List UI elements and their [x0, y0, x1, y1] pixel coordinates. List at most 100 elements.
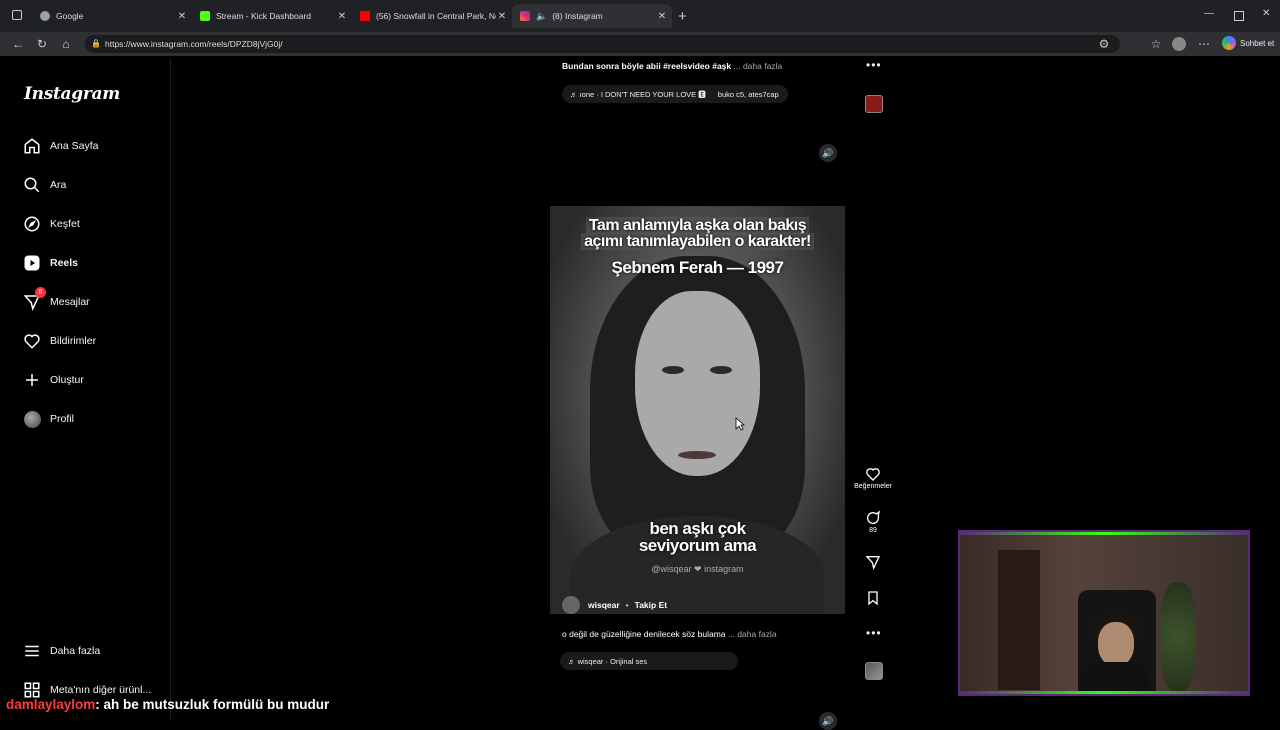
- audio-pill[interactable]: ♬ wisqear · Orijinal ses: [560, 652, 738, 670]
- chat-username: damlaylaylom: [6, 697, 96, 712]
- profile-icon[interactable]: [1172, 37, 1186, 51]
- unread-badge: 8: [35, 287, 46, 298]
- more-menu-icon[interactable]: ⋯: [1196, 36, 1212, 52]
- share-button[interactable]: [852, 553, 894, 571]
- instagram-favicon-icon: [520, 11, 530, 21]
- reel-video[interactable]: Tam anlamıyla aşka olan bakış açımı tanı…: [550, 206, 845, 614]
- separator-dot: •: [625, 600, 629, 610]
- streamer-webcam: [958, 530, 1250, 696]
- extensions-icon[interactable]: ⚙: [1096, 36, 1112, 52]
- instagram-logo[interactable]: Instagram: [24, 84, 120, 104]
- more-options-icon[interactable]: •••: [866, 626, 882, 640]
- nav-label: Ana Sayfa: [50, 140, 99, 152]
- favorites-icon[interactable]: ☆: [1148, 36, 1164, 52]
- home-icon[interactable]: ⌂: [58, 36, 74, 52]
- bookmark-icon: [852, 589, 894, 607]
- comments-count: 89: [869, 527, 877, 534]
- webcam-person-head: [1098, 622, 1134, 666]
- minimize-icon[interactable]: —: [1204, 8, 1214, 19]
- comment-button[interactable]: 89: [852, 509, 894, 534]
- reload-icon[interactable]: ↻: [34, 36, 50, 52]
- stream-chat-message: damlaylaylom: ah be mutsuzluk formülü bu…: [6, 697, 329, 712]
- nav-home[interactable]: Ana Sayfa: [22, 134, 98, 158]
- nav-search[interactable]: Ara: [22, 173, 66, 197]
- address-bar-row: ← ↻ ⌂ 🔒 https://www.instagram.com/reels/…: [0, 32, 1280, 56]
- new-tab-icon[interactable]: +: [678, 8, 687, 25]
- audio-track: ♬ ıone · I DON'T NEED YOUR LOVE 🅴: [570, 89, 706, 99]
- google-favicon-icon: [40, 11, 50, 21]
- close-tab-icon[interactable]: ✕: [656, 11, 668, 22]
- tab-google[interactable]: Google ✕: [32, 4, 192, 28]
- like-button[interactable]: Beğenmeler: [852, 465, 894, 490]
- prev-more-options-icon[interactable]: •••: [866, 58, 882, 72]
- webcam-frame-bottom: [960, 691, 1248, 694]
- nav-reels[interactable]: Reels: [22, 251, 78, 275]
- author-avatar[interactable]: [562, 596, 580, 614]
- speaker-icon[interactable]: 🔈: [536, 11, 547, 22]
- caption-text: Bundan sonra böyle abii #reelsvideo #aşk: [562, 61, 732, 71]
- mute-toggle-icon[interactable]: 🔊: [819, 144, 837, 162]
- youtube-favicon-icon: [360, 11, 370, 21]
- plus-icon: [22, 370, 42, 390]
- tab-kick[interactable]: Stream - Kick Dashboard ✕: [192, 4, 352, 28]
- video-figure-face: [635, 291, 760, 476]
- back-icon[interactable]: ←: [10, 36, 26, 52]
- tab-title: Google: [56, 11, 84, 21]
- browser-tab-bar: Google ✕ Stream - Kick Dashboard ✕ (56) …: [0, 0, 1280, 32]
- nav-notifications[interactable]: Bildirimler: [22, 329, 96, 353]
- compass-icon: [22, 214, 42, 234]
- nav-label: Daha fazla: [50, 645, 101, 657]
- close-window-icon[interactable]: ✕: [1262, 8, 1270, 19]
- copilot-chat-button[interactable]: Sohbet et: [1222, 36, 1274, 50]
- search-icon: [22, 175, 42, 195]
- overlay-quote-line2: seviyorum ama: [638, 536, 757, 555]
- tab-youtube[interactable]: (56) Snowfall in Central Park, New ✕: [352, 4, 512, 28]
- nav-messages[interactable]: 8 Mesajlar: [22, 287, 90, 314]
- url-text: https://www.instagram.com/reels/DPZD8jVj…: [105, 39, 283, 49]
- heart-icon: [22, 331, 42, 351]
- overlay-title: Tam anlamıyla aşka olan bakış açımı tanı…: [550, 217, 845, 250]
- author-username[interactable]: wisqear: [588, 600, 620, 610]
- overlay-title-line2: açımı tanımlayabilen o karakter!: [581, 233, 814, 250]
- chat-text: : ah be mutsuzluk formülü bu mudur: [95, 697, 330, 712]
- webcam-frame-top: [960, 532, 1248, 535]
- prev-audio-pill[interactable]: ♬ ıone · I DON'T NEED YOUR LOVE 🅴 buko c…: [562, 85, 788, 103]
- comment-icon: [852, 509, 894, 527]
- nav-create[interactable]: Oluştur: [22, 368, 84, 392]
- audio-thumbnail[interactable]: [865, 662, 883, 680]
- messenger-icon: 8: [22, 287, 46, 312]
- close-tab-icon[interactable]: ✕: [496, 11, 508, 22]
- reel-author: wisqear • Takip Et: [562, 596, 667, 614]
- tab-instagram[interactable]: 🔈 (8) Instagram ✕: [512, 4, 672, 28]
- share-icon: [852, 553, 894, 571]
- more-link[interactable]: ... daha fazla: [734, 61, 783, 71]
- overlay-watermark: @wisqear ❤ instagram: [651, 564, 744, 574]
- nav-label: Bildirimler: [50, 335, 97, 347]
- url-field[interactable]: 🔒 https://www.instagram.com/reels/DPZD8j…: [85, 35, 1120, 53]
- copilot-label: Sohbet et: [1240, 38, 1275, 48]
- restore-icon[interactable]: [1234, 11, 1244, 21]
- nav-more[interactable]: Daha fazla: [22, 639, 100, 663]
- close-tab-icon[interactable]: ✕: [176, 11, 188, 22]
- copilot-icon: [1222, 36, 1236, 50]
- menu-icon: [22, 641, 42, 661]
- more-link[interactable]: ... daha fazla: [728, 629, 777, 639]
- tab-actions-icon[interactable]: [12, 10, 22, 20]
- nav-label: Profil: [50, 413, 74, 425]
- save-button[interactable]: [852, 589, 894, 607]
- audio-track: ♬ wisqear · Orijinal ses: [568, 656, 648, 666]
- follow-button[interactable]: Takip Et: [635, 600, 667, 610]
- reel-caption: o değil de güzelliğine denilecek söz bul…: [562, 629, 777, 639]
- next-mute-toggle-icon[interactable]: 🔊: [819, 712, 837, 730]
- nav-label: Mesajlar: [50, 296, 90, 308]
- home-icon: [22, 136, 42, 156]
- likes-label: Beğenmeler: [854, 483, 892, 490]
- instagram-sidebar: Instagram Ana Sayfa Ara Keşfet Reels 8 M…: [8, 58, 171, 720]
- close-tab-icon[interactable]: ✕: [336, 11, 348, 22]
- nav-profile[interactable]: Profil: [22, 407, 74, 431]
- heart-icon: [852, 465, 894, 483]
- prev-audio-thumbnail[interactable]: [865, 95, 883, 113]
- webcam-shelf: [998, 550, 1040, 690]
- overlay-quote: ben aşkı çok seviyorum ama: [550, 520, 845, 554]
- nav-explore[interactable]: Keşfet: [22, 212, 80, 236]
